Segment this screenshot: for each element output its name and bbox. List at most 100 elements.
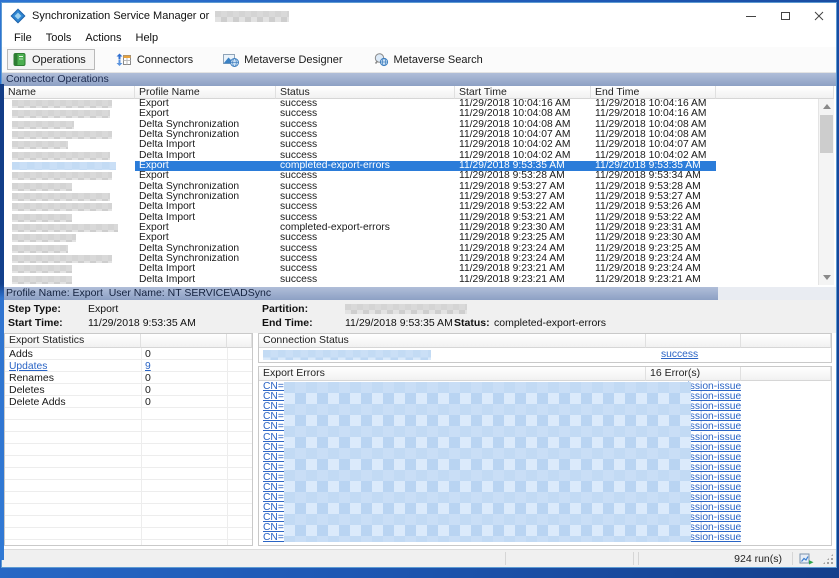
operations-row[interactable]: Delta Synchronizationsuccess11/29/2018 1… <box>4 120 818 130</box>
cell-profile: Export <box>135 233 276 243</box>
column-header-profile[interactable]: Profile Name <box>135 86 276 99</box>
end-time-value: 11/29/2018 9:53:35 AM <box>345 317 453 329</box>
cell-profile: Export <box>135 161 276 171</box>
operations-row[interactable]: Delta Importsuccess11/29/2018 10:04:02 A… <box>4 140 818 150</box>
run-detail-caption: Profile Name: Export User Name: NT SERVI… <box>2 287 718 300</box>
cell-status: success <box>276 254 455 264</box>
statistic-value: 0 <box>141 348 151 360</box>
statistic-label-text: Delete Adds <box>9 396 66 408</box>
cell-end-time: 11/29/2018 9:53:27 AM <box>591 192 716 202</box>
operations-row[interactable]: Delta Synchronizationsuccess11/29/2018 9… <box>4 244 818 254</box>
minimize-button[interactable] <box>734 3 768 29</box>
operations-list: Name Profile Name Status Start Time End … <box>4 86 834 285</box>
resize-grip[interactable] <box>822 553 834 565</box>
close-button[interactable] <box>802 3 836 29</box>
redacted-connector-name <box>12 265 72 273</box>
cell-profile: Export <box>135 99 276 109</box>
cell-name <box>4 275 135 285</box>
connection-success-link[interactable]: success <box>661 349 698 360</box>
cell-start-time: 11/29/2018 10:04:08 AM <box>455 109 591 119</box>
sync-service-manager-window: Synchronization Service Manager or File … <box>1 2 837 568</box>
operations-row[interactable]: Exportsuccess11/29/2018 10:04:16 AM11/29… <box>4 99 818 109</box>
toolbar-metaverse-search-button[interactable]: Metaverse Search <box>368 49 492 70</box>
operations-row[interactable]: Delta Synchronizationsuccess11/29/2018 9… <box>4 182 818 192</box>
operations-row[interactable]: Delta Importsuccess11/29/2018 9:53:21 AM… <box>4 213 818 223</box>
statistic-value: 0 <box>141 384 151 396</box>
column-header-status[interactable]: Status <box>276 86 455 99</box>
redacted-connector-name <box>12 110 110 118</box>
cell-status: success <box>276 275 455 285</box>
redacted-connector-name <box>12 214 72 222</box>
cell-start-time: 11/29/2018 9:23:24 AM <box>455 254 591 264</box>
statistic-value[interactable]: 9 <box>141 360 151 372</box>
statistic-row: Renames0 <box>5 372 252 384</box>
cell-start-time: 11/29/2018 10:04:02 AM <box>455 140 591 150</box>
run-count: 924 run(s) <box>642 550 788 568</box>
operations-scrollbar[interactable] <box>818 99 834 285</box>
refresh-runs-icon[interactable] <box>799 552 815 566</box>
cell-status: success <box>276 182 455 192</box>
cell-end-time: 11/29/2018 10:04:16 AM <box>591 109 716 119</box>
redacted-connector-name <box>12 131 112 139</box>
export-statistics-pane: Export Statistics Adds0Updates9Renames0D… <box>4 333 253 546</box>
menu-tools[interactable]: Tools <box>39 30 79 46</box>
cell-start-time: 11/29/2018 9:53:21 AM <box>455 213 591 223</box>
operations-row[interactable]: Delta Synchronizationsuccess11/29/2018 1… <box>4 130 818 140</box>
operations-header: Name Profile Name Status Start Time End … <box>4 86 834 99</box>
toolbar-operations-button[interactable]: Operations <box>7 49 95 70</box>
operations-row[interactable]: Exportsuccess11/29/2018 9:53:28 AM11/29/… <box>4 171 818 181</box>
statistic-label[interactable]: Updates <box>5 360 141 372</box>
operations-row[interactable]: Delta Importsuccess11/29/2018 10:04:02 A… <box>4 151 818 161</box>
toolbar-connectors-button[interactable]: Connectors <box>111 49 202 70</box>
statistic-value-text: 0 <box>145 396 151 408</box>
redacted-connector-name <box>263 350 431 360</box>
operations-rows: Exportsuccess11/29/2018 10:04:16 AM11/29… <box>4 99 818 285</box>
export-errors-rows: CN=Dupermission-issueCN=Iepermission-iss… <box>259 381 831 545</box>
scroll-up-icon[interactable] <box>823 104 831 109</box>
scrollbar-thumb[interactable] <box>820 115 833 153</box>
column-header-name[interactable]: Name <box>4 86 135 99</box>
cell-start-time: 11/29/2018 9:23:21 AM <box>455 264 591 274</box>
cell-name <box>4 171 135 181</box>
export-statistics-rows: Adds0Updates9Renames0Deletes0Delete Adds… <box>5 348 252 545</box>
operations-row[interactable]: Delta Importsuccess11/29/2018 9:23:21 AM… <box>4 275 818 285</box>
statistic-label-text[interactable]: Updates <box>9 361 47 372</box>
menu-file[interactable]: File <box>7 30 39 46</box>
column-header-end[interactable]: End Time <box>591 86 716 99</box>
redacted-connector-name <box>12 100 112 108</box>
operations-row[interactable]: Exportcompleted-export-errors11/29/2018 … <box>4 223 818 233</box>
cell-end-time: 11/29/2018 9:53:26 AM <box>591 202 716 212</box>
export-errors-count-header: 16 Error(s) <box>646 367 741 381</box>
redacted-connector-name <box>12 234 76 242</box>
operations-row[interactable]: Exportsuccess11/29/2018 9:23:25 AM11/29/… <box>4 233 818 243</box>
operations-row[interactable]: Delta Synchronizationsuccess11/29/2018 9… <box>4 192 818 202</box>
redacted-connector-name <box>12 245 68 253</box>
maximize-button[interactable] <box>768 3 802 29</box>
export-statistics-header-filler2 <box>227 334 252 348</box>
cell-start-time: 11/29/2018 10:04:16 AM <box>455 99 591 109</box>
cell-start-time: 11/29/2018 10:04:08 AM <box>455 120 591 130</box>
partition-label: Partition: <box>262 303 308 315</box>
toolbar-metaverse-designer-button[interactable]: Metaverse Designer <box>218 49 351 70</box>
operations-row[interactable]: Delta Synchronizationsuccess11/29/2018 9… <box>4 254 818 264</box>
statistic-label: Adds <box>5 348 141 360</box>
operations-row[interactable]: Exportsuccess11/29/2018 10:04:08 AM11/29… <box>4 109 818 119</box>
statistic-value: 0 <box>141 396 151 408</box>
menu-help[interactable]: Help <box>129 30 166 46</box>
connection-status-caption: Connection Status <box>259 334 646 348</box>
cell-name <box>4 254 135 264</box>
cell-status: success <box>276 120 455 130</box>
operations-row[interactable]: Delta Importsuccess11/29/2018 9:23:21 AM… <box>4 264 818 274</box>
operations-row[interactable]: Exportcompleted-export-errors11/29/2018 … <box>4 161 818 171</box>
column-header-start[interactable]: Start Time <box>455 86 591 99</box>
step-type-label: Step Type: <box>8 303 61 315</box>
cell-name <box>4 120 135 130</box>
title-bar[interactable]: Synchronization Service Manager or <box>2 3 836 29</box>
redacted-connector-name <box>12 152 110 160</box>
cell-profile: Delta Synchronization <box>135 120 276 130</box>
menu-actions[interactable]: Actions <box>78 30 128 46</box>
statistic-value-text[interactable]: 9 <box>145 361 151 372</box>
redacted-connector-name <box>12 121 74 129</box>
operations-row[interactable]: Delta Importsuccess11/29/2018 9:53:22 AM… <box>4 202 818 212</box>
scroll-down-icon[interactable] <box>823 275 831 280</box>
